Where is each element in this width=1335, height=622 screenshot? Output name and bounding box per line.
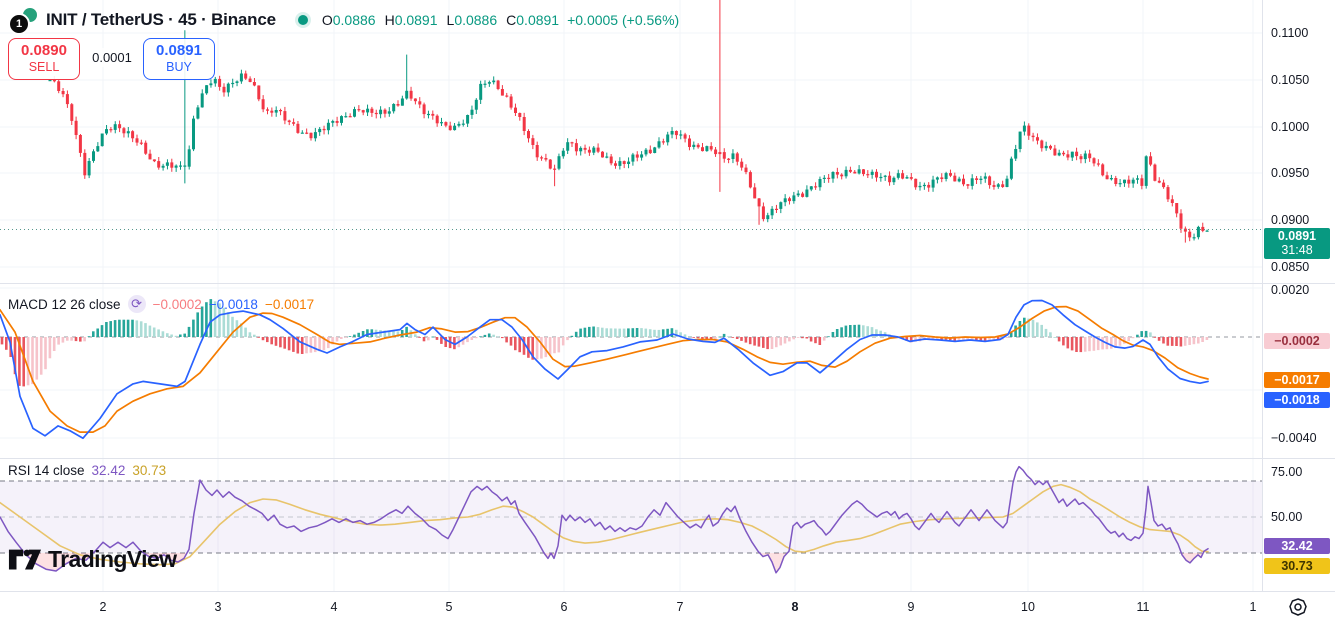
init-logo-icon: 1	[8, 13, 30, 35]
buy-button[interactable]: 0.0891 BUY	[143, 38, 215, 80]
macd-line-value: −0.0018	[209, 297, 258, 312]
market-status-dot-icon	[298, 15, 308, 25]
symbol-pair-logo: 1	[8, 6, 38, 34]
time-tick: 9	[908, 600, 915, 614]
rsi-ma-value: 30.73	[132, 463, 166, 478]
last-price-value: 0.0891	[1264, 229, 1330, 243]
rsi-value-badge: 30.73	[1264, 558, 1330, 574]
rsi-value: 32.42	[92, 463, 126, 478]
price-tick: 0.1000	[1271, 120, 1309, 134]
pane-separator-macd[interactable]	[0, 283, 1335, 284]
price-tick: 0.1050	[1271, 73, 1309, 87]
time-tick: 5	[446, 600, 453, 614]
time-tick: 2	[100, 600, 107, 614]
pane-separator-rsi[interactable]	[0, 458, 1335, 459]
macd-refresh-icon[interactable]: ⟳	[128, 295, 146, 313]
time-tick: 3	[215, 600, 222, 614]
macd-value-badge: −0.0017	[1264, 372, 1330, 388]
macd-tick: 0.0020	[1271, 283, 1309, 297]
price-axis[interactable]: 0.1100 0.1050 0.1000 0.0950 0.0900 0.0850 0.00…	[1262, 0, 1335, 591]
price-tick: 0.0850	[1271, 260, 1309, 274]
ohlc-c: C0.0891	[506, 12, 559, 28]
macd-hist-value: −0.0002	[153, 297, 202, 312]
time-tick: 10	[1021, 600, 1035, 614]
last-price-badge: 0.0891 31:48	[1264, 228, 1330, 259]
spread-value: 0.0001	[88, 48, 136, 67]
bar-countdown: 31:48	[1264, 243, 1330, 257]
tradingview-watermark[interactable]: TradingView	[8, 546, 176, 573]
macd-tick: −0.0040	[1271, 431, 1317, 445]
buy-price: 0.0891	[156, 43, 202, 60]
time-tick: 1	[1250, 600, 1257, 614]
rsi-tick: 75.00	[1271, 465, 1302, 479]
macd-signal-value: −0.0017	[265, 297, 314, 312]
sell-price: 0.0890	[21, 43, 67, 60]
time-tick: 8	[792, 600, 799, 614]
tradingview-logo-icon	[8, 548, 42, 572]
rsi-value-badge: 32.42	[1264, 538, 1330, 554]
ohlc-l: L0.0886	[447, 12, 498, 28]
time-axis[interactable]: 2345678910111	[0, 591, 1335, 622]
buy-label: BUY	[166, 61, 192, 75]
price-tick: 0.0950	[1271, 166, 1309, 180]
rsi-indicator-legend[interactable]: RSI 14 close 32.42 30.73	[8, 463, 166, 478]
tradingview-logo-text: TradingView	[48, 546, 176, 573]
tradingview-chart-window: 1 INIT / TetherUS · 45 · Binance O0.0886…	[0, 0, 1335, 622]
rsi-tick: 50.00	[1271, 510, 1302, 524]
symbol-title[interactable]: INIT / TetherUS · 45 · Binance	[46, 10, 276, 30]
rsi-legend-title[interactable]: RSI 14 close	[8, 463, 85, 478]
time-tick: 7	[677, 600, 684, 614]
macd-legend-title[interactable]: MACD 12 26 close	[8, 297, 121, 312]
axis-settings-icon[interactable]	[1286, 597, 1310, 617]
price-change: +0.0005 (+0.56%)	[567, 12, 679, 28]
time-tick: 4	[331, 600, 338, 614]
ohlc-o: O0.0886	[322, 12, 376, 28]
sell-label: SELL	[29, 61, 60, 75]
sell-button[interactable]: 0.0890 SELL	[8, 38, 80, 80]
macd-value-badge: −0.0018	[1264, 392, 1330, 408]
time-tick: 6	[561, 600, 568, 614]
ohlc-h: H0.0891	[385, 12, 438, 28]
price-tick: 0.0900	[1271, 213, 1309, 227]
macd-indicator-legend[interactable]: MACD 12 26 close ⟳ −0.0002 −0.0018 −0.00…	[8, 295, 314, 313]
price-tick: 0.1100	[1271, 26, 1308, 40]
ohlc-readout: O0.0886 H0.0891 L0.0886 C0.0891	[322, 12, 559, 28]
chart-header: 1 INIT / TetherUS · 45 · Binance O0.0886…	[8, 6, 679, 34]
time-tick: 11	[1137, 600, 1150, 614]
macd-value-badge: −0.0002	[1264, 333, 1330, 349]
